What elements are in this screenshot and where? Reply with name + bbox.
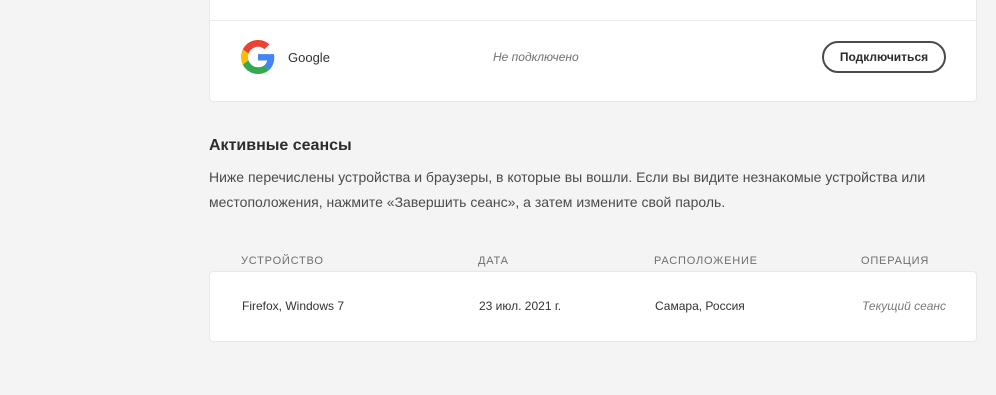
google-logo-icon [241,40,275,74]
column-header-date: ДАТА [478,255,509,267]
session-date: 23 июл. 2021 г. [479,299,562,313]
connection-status: Не подключено [493,50,579,64]
column-header-location: РАСПОЛОЖЕНИЕ [654,255,758,267]
session-location: Самара, Россия [655,299,745,313]
connect-google-button[interactable]: Подключиться [822,41,946,73]
session-device: Firefox, Windows 7 [242,299,345,313]
column-header-device: УСТРОЙСТВО [241,255,324,267]
sessions-table: Firefox, Windows 7 23 июл. 2021 г. Самар… [209,271,977,342]
active-sessions-description: Ниже перечислены устройства и браузеры, … [209,169,926,210]
linked-account-row-google: Google Не подключено Подключиться [210,21,976,101]
service-name-google: Google [288,50,330,65]
active-sessions-title: Активные сеансы [209,137,352,154]
session-operation: Текущий сеанс [862,299,946,313]
linked-accounts-card: Google Не подключено Подключиться [209,0,977,102]
account-security-page: Google Не подключено Подключиться Активн… [0,0,996,395]
column-header-operation: ОПЕРАЦИЯ [861,255,930,267]
